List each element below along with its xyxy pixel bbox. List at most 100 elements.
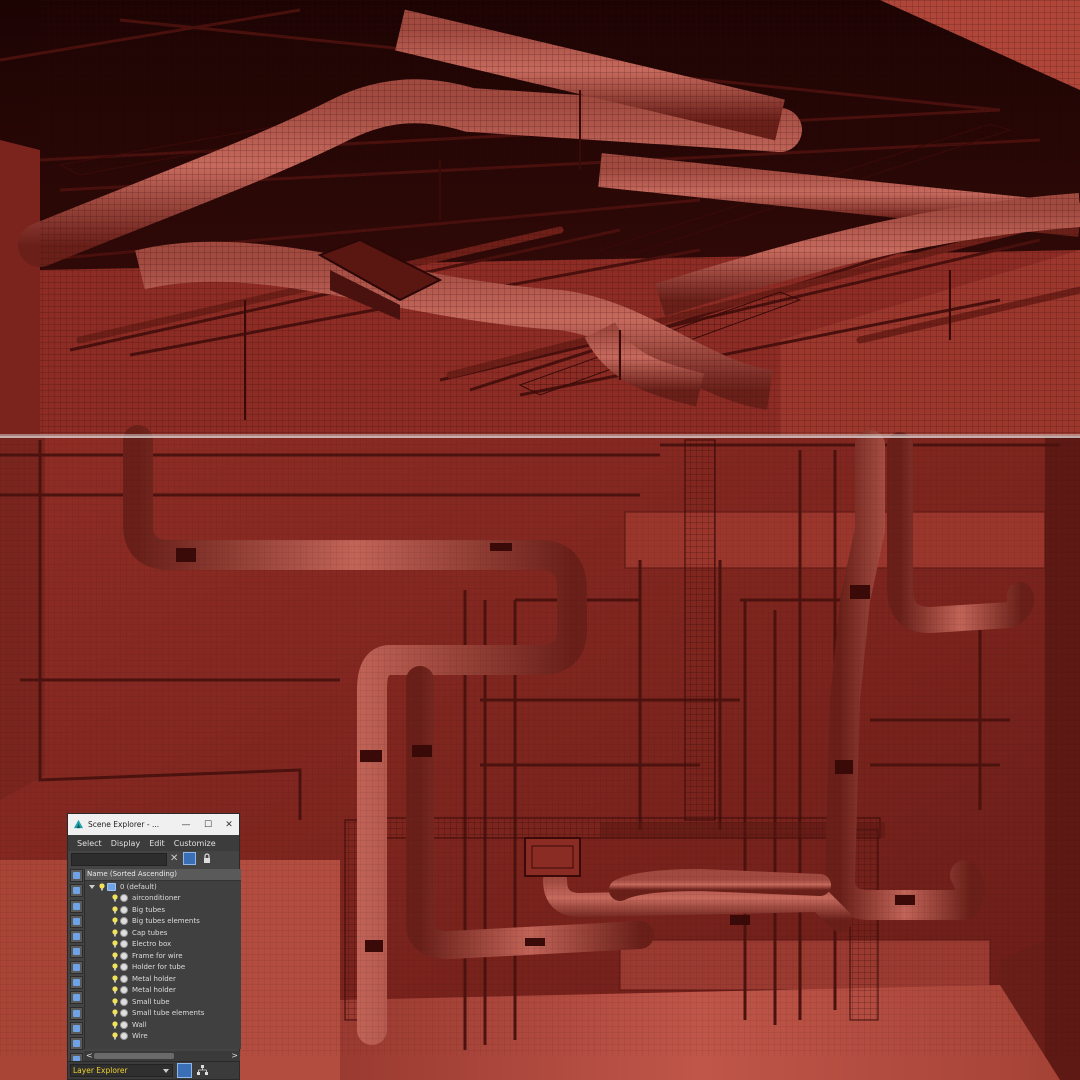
clear-search-button[interactable]: ✕ bbox=[170, 853, 178, 864]
layers-icon[interactable] bbox=[177, 1063, 192, 1078]
explorer-mode-label: Layer Explorer bbox=[73, 1066, 128, 1075]
layer-row[interactable]: Big tubes bbox=[85, 904, 241, 916]
layer-label: Holder for tube bbox=[132, 963, 186, 972]
layer-label: airconditioner bbox=[132, 894, 181, 903]
scroll-right-icon[interactable]: > bbox=[231, 1051, 238, 1060]
scene-explorer-window: Scene Explorer - ... — ☐ ✕ Select Displa… bbox=[67, 813, 241, 1080]
menu-display[interactable]: Display bbox=[111, 839, 141, 848]
object-icon bbox=[120, 1032, 128, 1041]
layer-row[interactable]: Big tubes elements bbox=[85, 916, 241, 928]
object-icon bbox=[120, 1009, 128, 1018]
scroll-left-icon[interactable]: < bbox=[86, 1051, 93, 1060]
layer-label: Small tube bbox=[132, 997, 170, 1006]
layer-row[interactable]: Metal holder bbox=[85, 973, 241, 985]
scroll-thumb[interactable] bbox=[94, 1053, 174, 1059]
display-containers-icon[interactable] bbox=[70, 1021, 83, 1035]
maximize-button[interactable]: ☐ bbox=[197, 814, 219, 835]
filter-toolbar: ✕ bbox=[68, 851, 239, 869]
lightbulb-icon[interactable] bbox=[112, 986, 118, 994]
layer-row[interactable]: Metal holder bbox=[85, 985, 241, 997]
lightbulb-icon[interactable] bbox=[112, 963, 118, 971]
object-icon bbox=[120, 974, 128, 983]
display-helpers-icon[interactable] bbox=[70, 945, 83, 959]
menu-select[interactable]: Select bbox=[77, 839, 102, 848]
lightbulb-icon[interactable] bbox=[112, 1032, 118, 1040]
lightbulb-icon[interactable] bbox=[112, 1009, 118, 1017]
layer-label: Cap tubes bbox=[132, 928, 168, 937]
window-title: Scene Explorer - ... bbox=[88, 820, 160, 829]
lightbulb-icon[interactable] bbox=[112, 975, 118, 983]
layer-row[interactable]: Frame for wire bbox=[85, 950, 241, 962]
left-toolbar bbox=[69, 869, 84, 1068]
object-icon bbox=[120, 951, 128, 960]
menu-bar: Select Display Edit Customize bbox=[68, 835, 239, 851]
object-icon bbox=[120, 963, 128, 972]
lightbulb-icon[interactable] bbox=[112, 1021, 118, 1029]
filter-toggle-icon[interactable] bbox=[183, 852, 196, 865]
horizontal-scrollbar[interactable]: < > bbox=[84, 1051, 240, 1061]
layer-row[interactable]: Holder for tube bbox=[85, 962, 241, 974]
window-titlebar[interactable]: Scene Explorer - ... — ☐ ✕ bbox=[68, 814, 239, 835]
close-button[interactable]: ✕ bbox=[218, 814, 240, 835]
layer-row[interactable]: Wire bbox=[85, 1031, 241, 1043]
object-icon bbox=[120, 986, 128, 995]
explorer-bottom-bar: Layer Explorer bbox=[68, 1061, 239, 1079]
minimize-button[interactable]: — bbox=[175, 814, 197, 835]
layer-root-label: 0 (default) bbox=[120, 882, 157, 891]
display-frozen-icon[interactable] bbox=[70, 1037, 83, 1051]
layer-label: Metal holder bbox=[132, 986, 176, 995]
object-icon bbox=[120, 997, 128, 1006]
chevron-down-icon[interactable] bbox=[89, 884, 95, 889]
lightbulb-icon[interactable] bbox=[99, 883, 105, 891]
layer-icon bbox=[107, 882, 116, 891]
menu-customize[interactable]: Customize bbox=[174, 839, 216, 848]
lightbulb-icon[interactable] bbox=[112, 917, 118, 925]
app-logo-icon bbox=[73, 819, 84, 829]
lightbulb-icon[interactable] bbox=[112, 998, 118, 1006]
name-column-header[interactable]: Name (Sorted Ascending) bbox=[85, 869, 241, 881]
chevron-down-icon bbox=[163, 1069, 169, 1073]
object-icon bbox=[120, 917, 128, 926]
object-icon bbox=[120, 905, 128, 914]
layer-row[interactable]: airconditioner bbox=[85, 893, 241, 905]
layer-label: Wire bbox=[132, 1032, 148, 1041]
object-icon bbox=[120, 1020, 128, 1029]
layer-label: Electro box bbox=[132, 940, 172, 949]
lock-icon[interactable] bbox=[203, 853, 211, 864]
search-input[interactable] bbox=[71, 853, 167, 866]
layer-label: Big tubes bbox=[132, 905, 165, 914]
layer-label: Frame for wire bbox=[132, 951, 183, 960]
hierarchy-icon[interactable] bbox=[195, 1063, 210, 1078]
layer-row[interactable]: Wall bbox=[85, 1019, 241, 1031]
display-groups-icon[interactable] bbox=[70, 976, 83, 990]
lightbulb-icon[interactable] bbox=[112, 894, 118, 902]
layer-label: Metal holder bbox=[132, 974, 176, 983]
layer-tree: Name (Sorted Ascending) 0 (default) airc… bbox=[84, 869, 241, 1049]
layer-root-row[interactable]: 0 (default) bbox=[85, 881, 241, 893]
layer-label: Small tube elements bbox=[132, 1009, 205, 1018]
menu-edit[interactable]: Edit bbox=[149, 839, 165, 848]
layer-list: airconditioner Big tubes Big tubes element… bbox=[85, 893, 241, 1043]
lightbulb-icon[interactable] bbox=[112, 929, 118, 937]
layer-row[interactable]: Electro box bbox=[85, 939, 241, 951]
layer-label: Big tubes elements bbox=[132, 917, 200, 926]
lightbulb-icon[interactable] bbox=[112, 940, 118, 948]
layer-label: Wall bbox=[132, 1020, 147, 1029]
display-lights-icon[interactable] bbox=[70, 914, 83, 928]
object-icon bbox=[120, 940, 128, 949]
object-icon bbox=[120, 894, 128, 903]
display-geometry-icon[interactable] bbox=[70, 884, 83, 898]
display-cameras-icon[interactable] bbox=[70, 930, 83, 944]
lightbulb-icon[interactable] bbox=[112, 906, 118, 914]
display-xrefs-icon[interactable] bbox=[70, 991, 83, 1005]
display-shapes-icon[interactable] bbox=[70, 899, 83, 913]
display-warps-icon[interactable] bbox=[70, 960, 83, 974]
layer-row[interactable]: Cap tubes bbox=[85, 927, 241, 939]
display-none-icon[interactable] bbox=[70, 869, 83, 882]
display-bones-icon[interactable] bbox=[70, 1006, 83, 1020]
layer-row[interactable]: Small tube bbox=[85, 996, 241, 1008]
layer-row[interactable]: Small tube elements bbox=[85, 1008, 241, 1020]
explorer-mode-select[interactable]: Layer Explorer bbox=[70, 1064, 173, 1077]
object-icon bbox=[120, 928, 128, 937]
lightbulb-icon[interactable] bbox=[112, 952, 118, 960]
